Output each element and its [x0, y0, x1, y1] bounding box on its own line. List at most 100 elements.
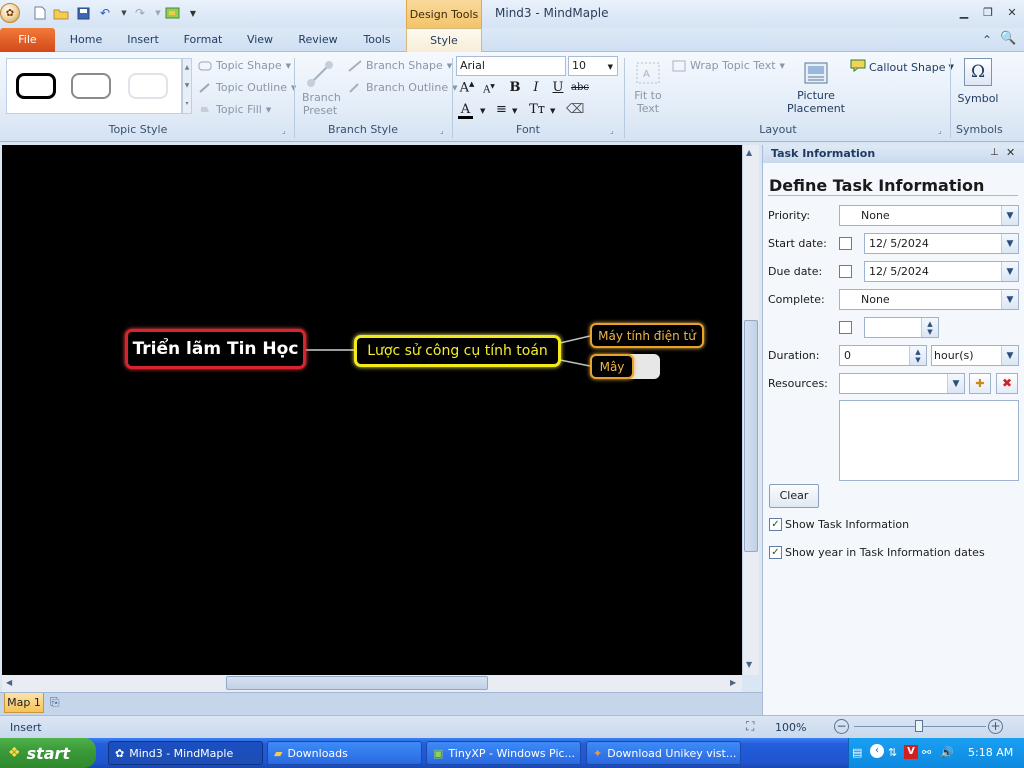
add-resource-icon[interactable]: ✚ [969, 373, 991, 394]
minimize-icon[interactable]: ▁ [956, 6, 972, 20]
main-topic[interactable]: Lược sử công cụ tính toán [354, 335, 561, 367]
spinner-arrows-icon: ▲ ▼ [909, 346, 926, 365]
priority-label: Priority: [768, 209, 811, 222]
panel-close-icon[interactable]: ✕ [1006, 146, 1015, 159]
symbols-group-label: Symbols [956, 123, 1003, 136]
taskbar-item-label: TinyXP - Windows Pic... [448, 746, 576, 760]
start-date-picker[interactable]: 12/ 5/2024 ▼ [864, 233, 1019, 254]
spinner-arrows-icon: ▲ ▼ [921, 318, 938, 337]
picture-icon [784, 60, 848, 89]
zoom-slider-thumb[interactable] [915, 720, 923, 732]
panel-heading: Define Task Information [769, 176, 985, 195]
zoom-out-icon[interactable]: − [834, 719, 849, 734]
clear-button[interactable]: Clear [769, 484, 819, 508]
sheet-tab-bar [0, 692, 762, 715]
symbol-button[interactable]: Ω Symbol [956, 58, 1000, 118]
show-task-info-checkbox[interactable]: ✓ [769, 518, 782, 531]
duration-unit-value: hour(s) [934, 349, 974, 362]
show-year-label: Show year in Task Information dates [785, 546, 985, 559]
taskbar-item-picture-viewer[interactable]: ▣ TinyXP - Windows Pic... [426, 741, 581, 765]
due-date-picker[interactable]: 12/ 5/2024 ▼ [864, 261, 1019, 282]
subtopic-may-tinh-dien-tu[interactable]: Máy tính điện tử [590, 323, 704, 348]
scroll-right-icon[interactable]: ▶ [730, 678, 736, 687]
picture-viewer-icon: ▣ [433, 746, 444, 760]
due-date-checkbox[interactable] [839, 265, 852, 278]
subtopic-edit-shade [630, 354, 660, 379]
windows-logo-icon: ❖ [8, 745, 21, 761]
taskbar-item-label: Download Unikey vist... [607, 746, 737, 760]
duration-value: 0 [844, 349, 851, 362]
taskbar-item-browser[interactable]: ✦ Download Unikey vist... [586, 741, 741, 765]
status-mode: Insert [10, 721, 42, 734]
remove-resource-icon[interactable]: ✖ [996, 373, 1018, 394]
resources-list[interactable] [839, 400, 1019, 481]
folder-icon: ▰ [274, 746, 283, 760]
taskbar-item-downloads[interactable]: ▰ Downloads [267, 741, 422, 765]
chevron-down-icon: ▼ [1001, 290, 1018, 309]
resources-label: Resources: [768, 377, 828, 390]
show-year-checkbox[interactable]: ✓ [769, 546, 782, 559]
tray-collapse-icon[interactable]: ‹ [870, 744, 884, 758]
due-date-label: Due date: [768, 265, 823, 278]
chevron-down-icon: ▼ [1001, 234, 1018, 253]
scroll-left-icon[interactable]: ◀ [6, 678, 12, 687]
symbol-label: Symbol [957, 92, 999, 105]
complete-percent-checkbox[interactable] [839, 321, 852, 334]
chevron-down-icon: ▼ [947, 374, 964, 393]
complete-select[interactable]: None ▼ [839, 289, 1019, 310]
layout-launcher-icon[interactable]: ⌟ [938, 126, 942, 135]
start-date-checkbox[interactable] [839, 237, 852, 250]
mindmaple-icon: ✿ [115, 746, 125, 760]
search-icon[interactable]: 🔍 [1000, 31, 1016, 46]
due-date-value: 12/ 5/2024 [869, 265, 929, 278]
fit-page-icon[interactable]: ⛶ [746, 719, 754, 734]
start-button[interactable]: ❖ start [0, 738, 96, 768]
clock: 5:18 AM [968, 746, 1014, 759]
duration-input[interactable]: 0 ▲ ▼ [839, 345, 927, 366]
omega-icon: Ω [964, 58, 992, 86]
volume-icon[interactable]: 🔊 [940, 746, 954, 759]
complete-value: None [861, 293, 890, 306]
chevron-down-icon: ▼ [1001, 206, 1018, 225]
picture-placement-label-1: Picture [797, 89, 835, 102]
pin-icon[interactable]: ⊥ [990, 147, 999, 158]
central-topic[interactable]: Triển lãm Tin Học [125, 329, 306, 369]
taskbar-item-mindmaple[interactable]: ✿ Mind3 - MindMaple [108, 741, 263, 765]
sheet-tab-map-1[interactable]: Map 1 [4, 693, 44, 713]
collapse-ribbon-icon[interactable]: ⌃ [982, 33, 992, 47]
resources-select[interactable]: ▼ [839, 373, 965, 394]
callout-icon [850, 59, 866, 75]
network-connection-icon[interactable]: ⚯ [922, 746, 931, 759]
complete-percent-spinner[interactable]: ▲ ▼ [864, 317, 939, 338]
priority-select[interactable]: None ▼ [839, 205, 1019, 226]
callout-shape-label: Callout Shape [869, 60, 946, 74]
ribbon-separator [950, 58, 951, 138]
duration-unit-select[interactable]: hour(s) ▼ [931, 345, 1019, 366]
keyboard-icon[interactable]: ▤ [852, 746, 862, 759]
close-icon[interactable]: ✕ [1004, 6, 1020, 20]
callout-shape-button[interactable]: Callout Shape ▼ [850, 59, 954, 75]
vertical-scroll-thumb[interactable] [744, 320, 758, 552]
start-date-label: Start date: [768, 237, 827, 250]
taskbar-item-label: Downloads [287, 746, 348, 760]
scroll-up-icon[interactable]: ▲ [746, 148, 752, 157]
zoom-level: 100% [775, 721, 807, 734]
show-task-info-label: Show Task Information [785, 518, 910, 531]
layout-group-label: Layout [759, 123, 797, 136]
subtopic-may[interactable]: Mây [590, 354, 634, 379]
complete-label: Complete: [768, 293, 825, 306]
heading-divider [768, 195, 1018, 196]
restore-icon[interactable]: ❐ [980, 6, 996, 20]
network-icon[interactable]: ⇅ [888, 746, 897, 759]
zoom-in-icon[interactable]: + [988, 719, 1003, 734]
taskbar-item-label: Mind3 - MindMaple [129, 746, 234, 760]
browser-icon: ✦ [593, 746, 603, 760]
chevron-down-icon: ▼ [1001, 346, 1018, 365]
scroll-down-icon[interactable]: ▼ [746, 660, 752, 669]
unikey-icon[interactable]: V [904, 745, 918, 759]
horizontal-scroll-thumb[interactable] [226, 676, 488, 690]
start-label: start [26, 743, 71, 763]
start-date-value: 12/ 5/2024 [869, 237, 929, 250]
picture-placement-button[interactable]: Picture Placement [784, 60, 848, 120]
new-sheet-icon[interactable]: ⎘ [50, 695, 60, 710]
